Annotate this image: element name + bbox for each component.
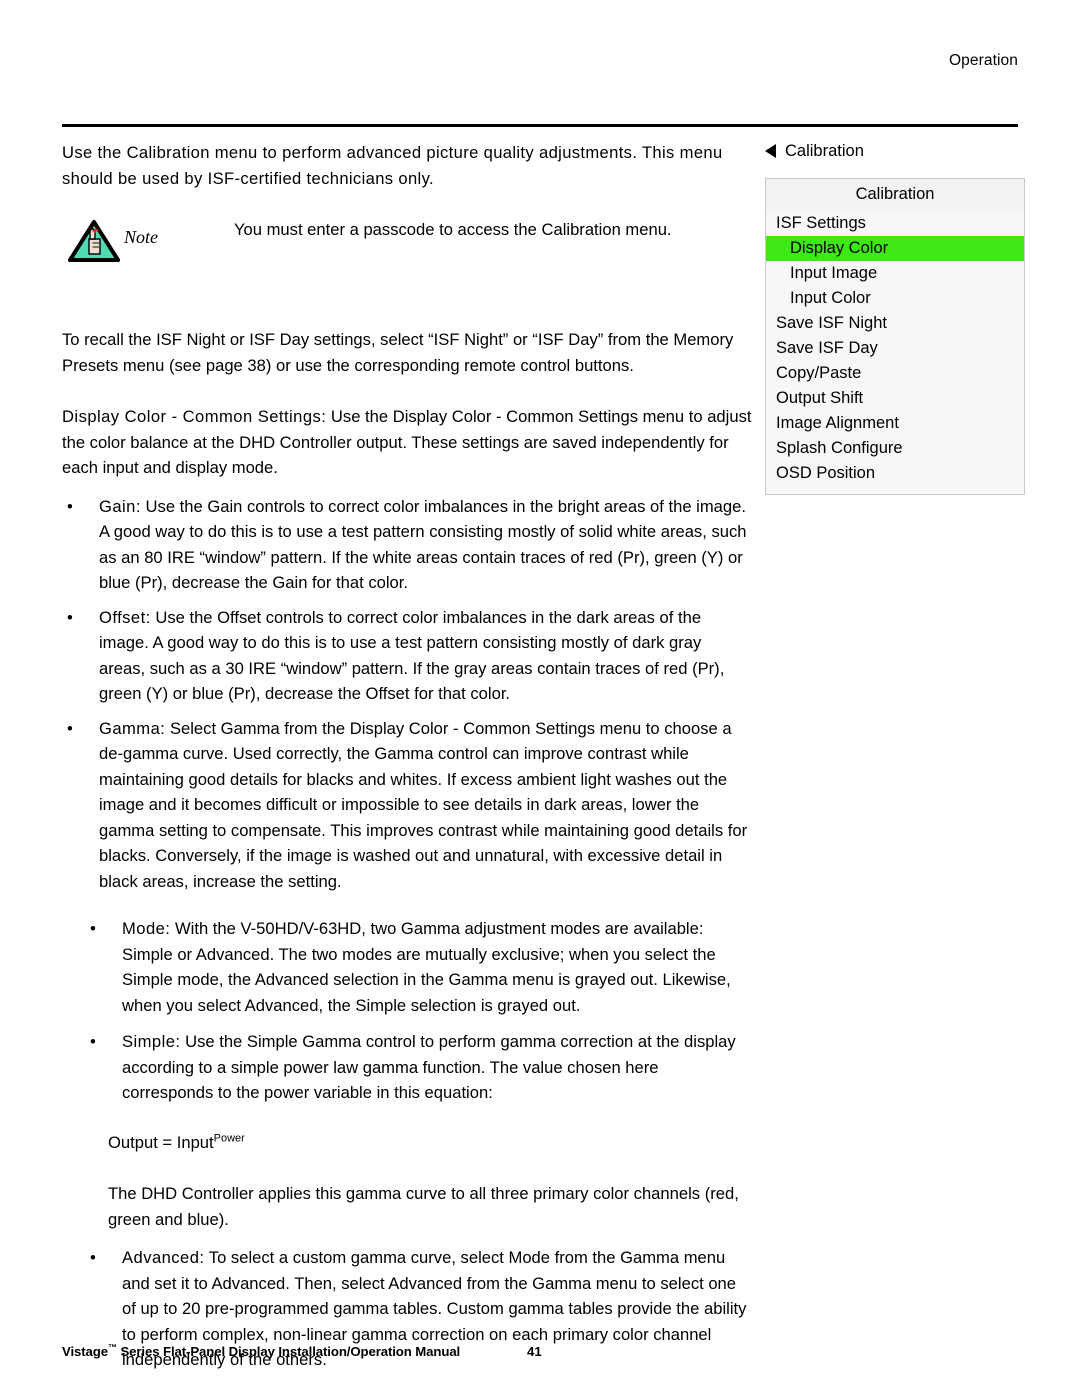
bullet-marker: • [90,1032,96,1051]
osd-menu-item-osd-position[interactable]: OSD Position [766,461,1024,486]
bullet-marker: • [90,919,96,938]
after-equation-paragraph: The DHD Controller applies this gamma cu… [108,1184,739,1229]
bullet-body: Use the Simple Gamma control to perform … [122,1032,736,1102]
bullet-term: Offset: [99,607,151,627]
list-item: • Offset: Use the Offset controls to corr… [62,605,752,707]
list-item: • Gain: Use the Gain controls to correct … [62,494,752,596]
osd-menu-item-input-image[interactable]: Input Image [766,261,1024,286]
bullet-marker: • [67,496,73,516]
bullet-term: Gamma: [99,718,166,738]
bullet-term: Gain: [99,496,141,516]
bullet-term: Simple: [122,1032,181,1051]
header-divider [62,124,1018,127]
osd-menu-item-save-isf-day[interactable]: Save ISF Day [766,336,1024,361]
bullet-body: With the V-50HD/V-63HD, two Gamma adjust… [122,919,731,1015]
trademark-icon: ™ [107,1342,117,1353]
header-section-label: Operation [949,52,1018,69]
bullet-list: • Gain: Use the Gain controls to correct … [62,494,752,895]
osd-caption: Calibration [765,140,1027,162]
bullet-term: Advanced: [122,1248,205,1267]
osd-menu-item-splash-configure[interactable]: Splash Configure [766,436,1024,461]
osd-menu-item-copy-paste[interactable]: Copy/Paste [766,361,1024,386]
bullet-marker: • [67,718,73,738]
osd-caption-label: Calibration [785,141,864,160]
osd-menu-item-save-isf-night[interactable]: Save ISF Night [766,311,1024,336]
equation-base: Output = Input [108,1132,214,1152]
osd-menu-item-input-color[interactable]: Input Color [766,286,1024,311]
footer-title-pre: Vistage [62,1344,108,1359]
main-text-column: Use the Calibration menu to perform adva… [62,140,752,1384]
bullet-body: Select Gamma from the Display Color - Co… [99,718,748,891]
footer-page-number: 41 [527,1344,542,1359]
bullet-marker: • [67,607,73,627]
page-header: Operation [62,52,1018,74]
display-color-term: Display Color - Common Settings: [62,407,327,426]
osd-menu-panel: Calibration ISF Settings Display Color I… [765,178,1025,495]
bullet-body: Use the Offset controls to correct color… [99,607,725,704]
bullet-term: Mode: [122,919,171,938]
osd-menu-item-image-alignment[interactable]: Image Alignment [766,411,1024,436]
note-callout: Note You must enter a passcode to access… [62,217,752,277]
note-text: You must enter a passcode to access the … [234,220,672,239]
page-footer: Vistage™ Series Flat-Panel Display Insta… [62,1342,1018,1359]
equation-exponent: Power [213,1131,245,1144]
list-item: • Simple: Use the Simple Gamma control to… [85,1029,752,1106]
sub-bullet-list: • Mode: With the V-50HD/V-63HD, two Gamma… [85,916,752,1106]
footer-manual-title: Vistage™ Series Flat-Panel Display Insta… [62,1342,461,1359]
gamma-equation: Output = InputPower [108,1130,752,1156]
recall-paragraph: To recall the ISF Night or ISF Day setti… [62,330,734,375]
note-triangle-hand-icon [68,219,120,263]
osd-menu-item-isf-settings[interactable]: ISF Settings [766,211,1024,236]
display-color-paragraph: Display Color - Common Settings: Use the… [62,404,752,481]
osd-panel-title: Calibration [766,179,1024,211]
caret-left-icon [765,144,776,158]
osd-menu-item-output-shift[interactable]: Output Shift [766,386,1024,411]
bullet-marker: • [90,1248,96,1267]
footer-title-post: Series Flat-Panel Display Installation/O… [116,1344,461,1359]
osd-figure-column: Calibration Calibration ISF Settings Dis… [765,140,1027,495]
list-item: • Gamma: Select Gamma from the Display Co… [62,716,752,895]
osd-menu-item-display-color[interactable]: Display Color [766,236,1024,261]
intro-paragraph: Use the Calibration menu to perform adva… [62,143,723,188]
bullet-body: Use the Gain controls to correct color i… [99,496,747,593]
note-label: Note [124,227,158,247]
list-item: • Mode: With the V-50HD/V-63HD, two Gamma… [85,916,752,1018]
